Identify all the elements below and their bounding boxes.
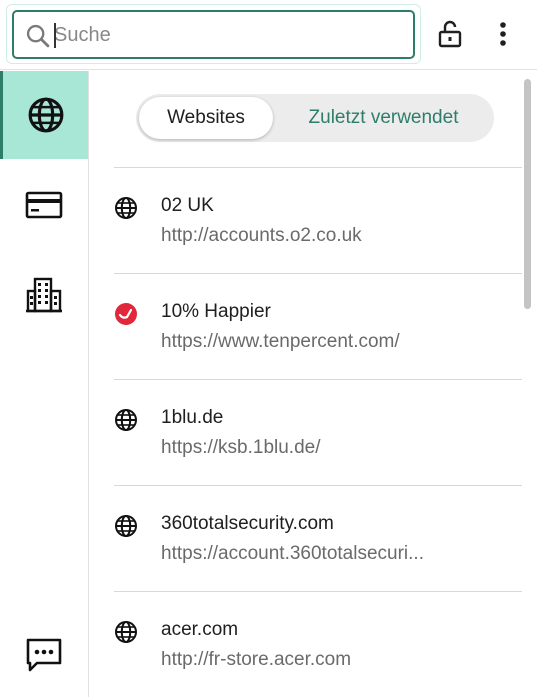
top-bar [0,0,537,70]
list-item[interactable]: 360totalsecurity.com https://account.360… [114,485,522,591]
globe-icon [115,621,137,643]
main-panel: Websites Zuletzt verwendet 02 UK http://… [90,71,537,697]
sidebar [0,71,89,697]
lock-open-icon [438,20,462,48]
search-container [6,4,421,64]
scrollbar[interactable] [522,75,532,697]
tab-websites[interactable]: Websites [139,97,273,139]
lock-button[interactable] [434,18,466,50]
more-vertical-icon [500,22,506,46]
item-title: 360totalsecurity.com [161,513,334,534]
item-title: acer.com [161,619,239,640]
sidebar-item-companies[interactable] [0,251,88,339]
website-list: 02 UK http://accounts.o2.co.uk 10% Happi… [114,167,522,697]
feedback-button[interactable] [0,611,88,697]
chat-feedback-icon [26,638,62,672]
more-menu-button[interactable] [488,18,518,50]
item-title: 02 UK [161,195,214,216]
search-icon [26,24,50,48]
building-icon [26,277,62,313]
list-item[interactable]: 02 UK http://accounts.o2.co.uk [114,167,522,273]
view-toggle: Websites Zuletzt verwendet [136,94,494,142]
search-input[interactable] [54,18,409,52]
item-url: https://www.tenpercent.com/ [161,331,400,352]
search-box[interactable] [12,10,415,59]
item-url: https://ksb.1blu.de/ [161,437,321,458]
text-caret [54,23,56,48]
globe-icon [115,409,137,431]
list-item[interactable]: 10% Happier https://www.tenpercent.com/ [114,273,522,379]
tenpercent-logo-icon [115,303,137,325]
globe-icon [28,97,63,133]
item-url: http://accounts.o2.co.uk [161,225,362,246]
sidebar-item-websites[interactable] [0,71,88,159]
globe-icon [115,515,137,537]
list-item[interactable]: acer.com http://fr-store.acer.com [114,591,522,697]
credit-card-icon [25,191,63,219]
globe-icon [115,197,137,219]
item-url: http://fr-store.acer.com [161,649,352,670]
tab-recently-used[interactable]: Zuletzt verwendet [276,97,491,139]
sidebar-item-cards[interactable] [0,161,88,249]
item-title: 10% Happier [161,301,271,322]
item-title: 1blu.de [161,407,224,428]
scrollbar-thumb[interactable] [524,79,531,309]
item-url: https://account.360totalsecuri... [161,543,424,564]
list-item[interactable]: 1blu.de https://ksb.1blu.de/ [114,379,522,485]
